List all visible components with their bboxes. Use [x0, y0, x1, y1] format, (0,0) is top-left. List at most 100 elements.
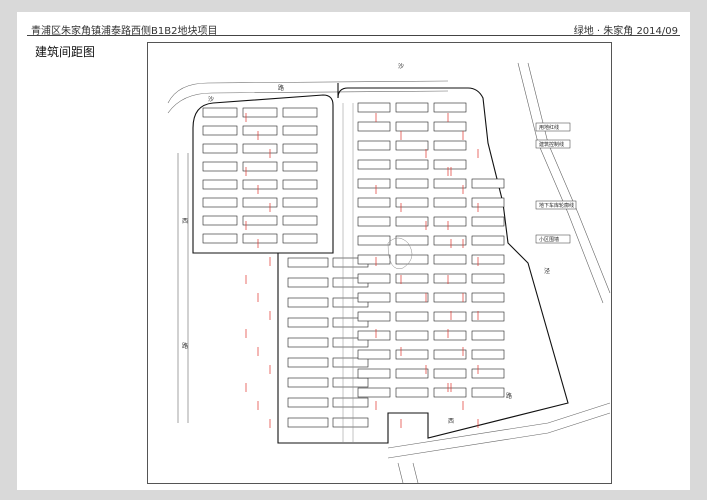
building-block: [357, 216, 391, 227]
building-block: [471, 330, 505, 341]
road-label-5: 沙: [398, 63, 404, 70]
building-block: [471, 311, 505, 322]
building-block: [433, 349, 467, 360]
building-block: [471, 216, 505, 227]
building-block: [202, 215, 238, 226]
building-block: [332, 377, 369, 388]
building-block: [395, 216, 429, 227]
building-block: [433, 235, 467, 246]
building-block: [471, 197, 505, 208]
building-block: [287, 417, 329, 428]
building-block: [395, 102, 429, 113]
building-block: [395, 178, 429, 189]
building-block: [282, 161, 318, 172]
legend-item-1: 用地红线: [539, 124, 559, 131]
building-block: [287, 277, 329, 288]
header-divider: [27, 35, 680, 36]
building-block: [395, 140, 429, 151]
building-block: [287, 257, 329, 268]
building-block: [395, 330, 429, 341]
building-block: [395, 311, 429, 322]
building-block: [242, 179, 278, 190]
building-block: [471, 349, 505, 360]
building-block: [202, 197, 238, 208]
building-block: [357, 368, 391, 379]
building-block: [357, 254, 391, 265]
building-block: [433, 254, 467, 265]
building-block: [395, 387, 429, 398]
building-block: [282, 125, 318, 136]
building-block: [242, 215, 278, 226]
building-block: [433, 273, 467, 284]
section-title: 建筑间距图: [35, 45, 96, 59]
building-block: [242, 197, 278, 208]
building-block: [433, 368, 467, 379]
building-block: [202, 125, 238, 136]
building-block: [433, 387, 467, 398]
building-block: [282, 143, 318, 154]
building-block: [357, 292, 391, 303]
building-block: [471, 387, 505, 398]
building-block: [357, 178, 391, 189]
building-block: [282, 233, 318, 244]
building-block: [202, 179, 238, 190]
building-block: [287, 377, 329, 388]
building-block: [202, 143, 238, 154]
building-block: [202, 161, 238, 172]
building-block: [357, 311, 391, 322]
building-block: [433, 216, 467, 227]
building-block: [202, 107, 238, 118]
building-block: [357, 140, 391, 151]
building-block: [357, 121, 391, 132]
building-block: [357, 235, 391, 246]
building-block: [357, 387, 391, 398]
building-block: [395, 235, 429, 246]
building-block: [395, 368, 429, 379]
building-block: [471, 235, 505, 246]
building-block: [287, 317, 329, 328]
building-block: [282, 215, 318, 226]
building-block: [242, 107, 278, 118]
building-block: [287, 357, 329, 368]
road-label-8: 西: [448, 418, 454, 425]
building-block: [433, 102, 467, 113]
building-block: [287, 337, 329, 348]
building-block: [282, 197, 318, 208]
building-block: [433, 311, 467, 322]
building-block: [242, 233, 278, 244]
building-block: [471, 292, 505, 303]
road-label-2: 路: [278, 84, 284, 92]
building-block: [433, 159, 467, 170]
legend-item-3: 地下车库轮廓线: [539, 202, 574, 209]
road-label-6: 泾: [544, 267, 550, 275]
building-block: [433, 140, 467, 151]
building-block: [332, 417, 369, 428]
building-block: [332, 357, 369, 368]
building-block: [395, 159, 429, 170]
building-block: [202, 233, 238, 244]
building-block: [395, 121, 429, 132]
road-label-1: 沙: [208, 96, 214, 103]
building-block: [242, 161, 278, 172]
building-block: [357, 159, 391, 170]
building-block: [471, 254, 505, 265]
building-block: [395, 292, 429, 303]
building-block: [357, 102, 391, 113]
site-plan-drawing: 沙 路 西 路 沙 泾 路 西 用地红线 建筑控制线 地下车库轮廓线 小区围墙: [167, 62, 611, 483]
building-block: [433, 178, 467, 189]
legend-item-4: 小区围墙: [539, 236, 559, 243]
building-block: [433, 292, 467, 303]
building-block: [242, 125, 278, 136]
building-block: [433, 197, 467, 208]
building-block: [471, 273, 505, 284]
building-block: [332, 397, 369, 408]
building-block: [471, 368, 505, 379]
building-block: [357, 197, 391, 208]
building-block: [433, 121, 467, 132]
building-block: [242, 143, 278, 154]
building-block: [282, 107, 318, 118]
building-block: [357, 330, 391, 341]
building-block: [287, 397, 329, 408]
legend-item-2: 建筑控制线: [539, 141, 564, 148]
building-block: [287, 297, 329, 308]
